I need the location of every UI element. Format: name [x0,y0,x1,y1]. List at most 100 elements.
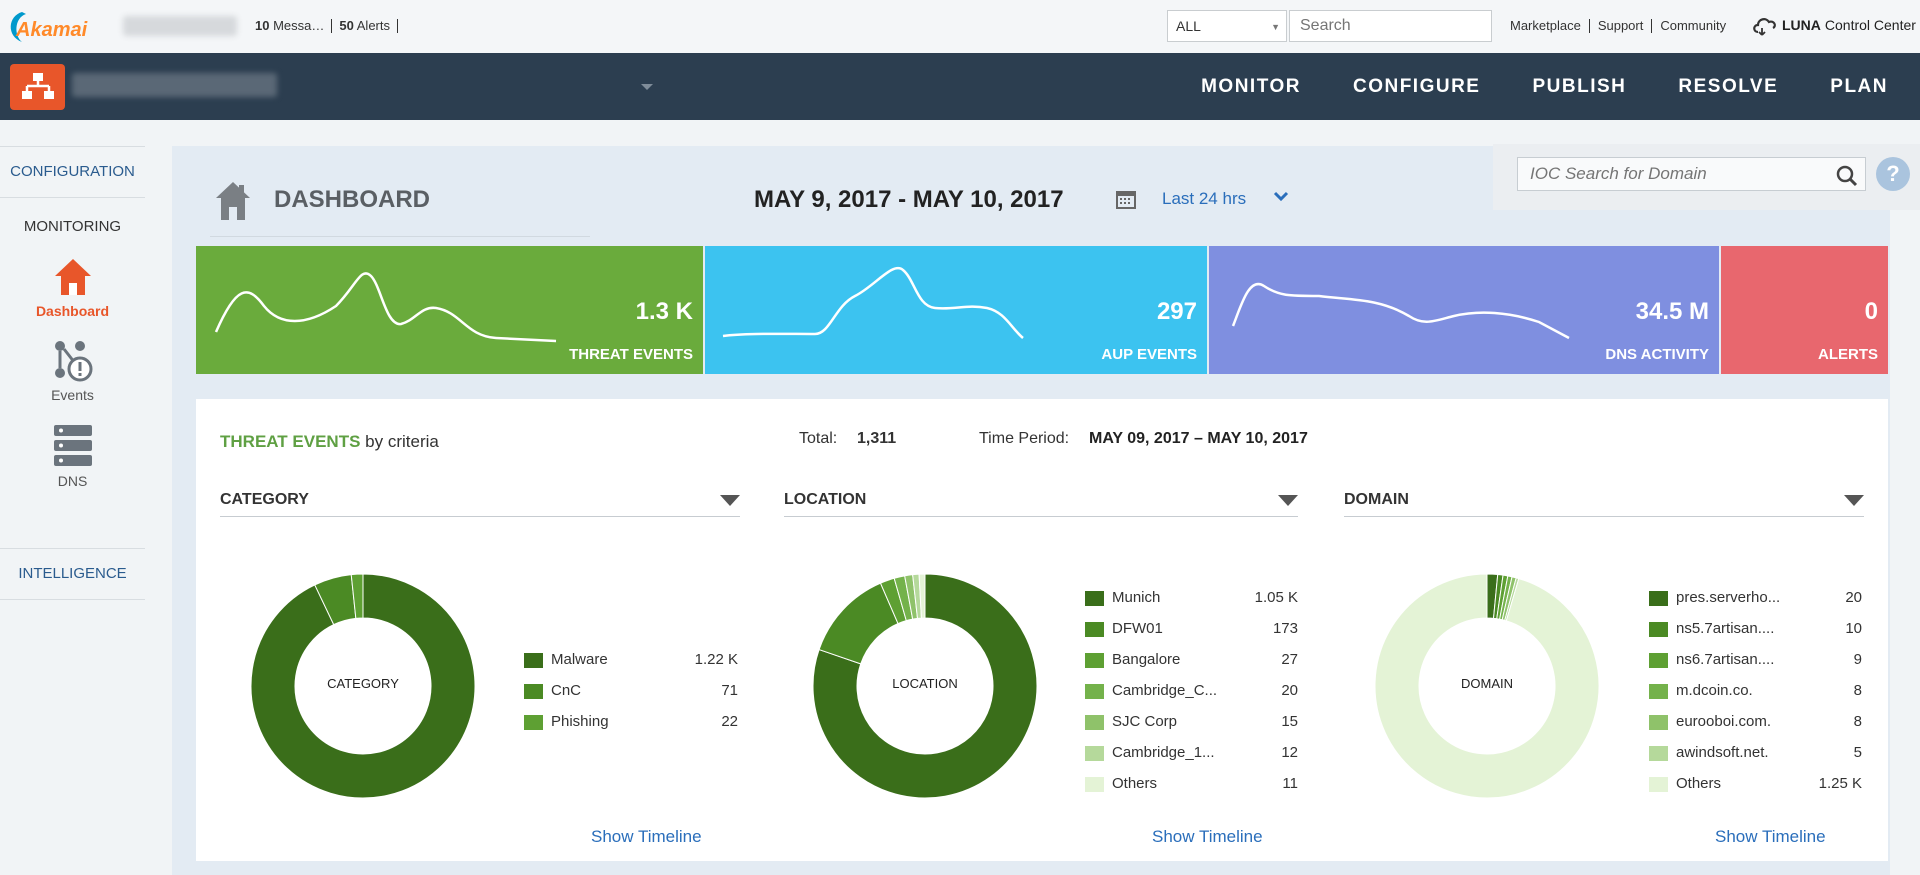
luna-rest-text: Control Center [1824,17,1916,33]
nav-plan[interactable]: PLAN [1830,76,1888,98]
legend-label: Cambridge_1... [1112,744,1215,761]
legend-value: 1.25 K [1818,775,1862,792]
support-link[interactable]: Support [1590,19,1653,33]
search-icon[interactable] [1836,165,1858,187]
nav-resolve[interactable]: RESOLVE [1678,76,1778,98]
legend-label: Cambridge_C... [1112,682,1218,699]
legend-swatch [1649,746,1668,761]
cloud-icon [1753,18,1776,36]
chevron-down-icon[interactable] [641,84,653,90]
chevron-down-icon [1844,495,1864,506]
legend-item[interactable]: Bangalore 27 [1085,651,1298,671]
legend-label: ns5.7artisan.... [1676,620,1775,637]
aup-events-tile[interactable]: 297 AUP EVENTS [705,246,1207,374]
legend-value: 71 [721,682,738,699]
period-select[interactable]: Last 24 hrs [1162,189,1246,209]
page-title: DASHBOARD [274,186,430,213]
location-header: LOCATION [784,491,867,508]
luna-control-center-link[interactable]: LUNA Control Center [1752,14,1916,36]
legend-item[interactable]: eurooboi.com. 8 [1649,713,1862,733]
legend-label: pres.serverho... [1676,589,1781,606]
legend-item[interactable]: CnC 71 [524,682,738,702]
main-navigation: MONITOR CONFIGURE PUBLISH RESOLVE PLAN [0,53,1920,120]
legend-item[interactable]: pres.serverho... 20 [1649,589,1862,609]
tile-value: 0 [1864,298,1878,325]
tile-label: AUP EVENTS [1101,346,1197,363]
sidebar-item-configuration[interactable]: CONFIGURATION [0,146,145,198]
nav-monitor[interactable]: MONITOR [1201,76,1301,98]
legend-item[interactable]: awindsoft.net. 5 [1649,744,1862,764]
community-link[interactable]: Community [1652,19,1734,33]
ioc-search-input[interactable] [1517,157,1866,191]
legend-item[interactable]: DFW01 173 [1085,620,1298,640]
legend-item[interactable]: Phishing 22 [524,713,738,733]
legend-label: SJC Corp [1112,713,1178,730]
category-show-timeline-link[interactable]: Show Timeline [591,827,702,847]
legend-swatch [1085,684,1104,699]
sidebar-item-intelligence[interactable]: INTELLIGENCE [0,548,145,600]
sidebar-item-label: Dashboard [35,303,110,319]
legend-label: Malware [551,651,608,668]
search-input[interactable] [1289,10,1492,42]
location-dropdown[interactable]: LOCATION [784,491,1298,517]
legend-value: 8 [1853,713,1862,730]
legend-value: 9 [1853,651,1862,668]
threat-events-tile[interactable]: 1.3 K THREAT EVENTS [196,246,703,374]
sidebar-item-events[interactable]: Events [0,339,145,403]
location-show-timeline-link[interactable]: Show Timeline [1152,827,1263,847]
legend-label: eurooboi.com. [1676,713,1772,730]
date-range: MAY 9, 2017 - MAY 10, 2017 [754,186,1064,213]
domain-show-timeline-link[interactable]: Show Timeline [1715,827,1826,847]
domain-dropdown[interactable]: DOMAIN [1344,491,1864,517]
home-icon [54,259,91,295]
legend-label: m.dcoin.co. [1676,682,1753,699]
nav-configure[interactable]: CONFIGURE [1353,76,1481,98]
legend-item[interactable]: Malware 1.22 K [524,651,738,671]
property-switcher-button[interactable] [10,64,65,110]
legend-value: 5 [1853,744,1862,761]
legend-value: 11 [1282,775,1298,792]
calendar-icon[interactable] [1116,189,1136,209]
legend-swatch [1649,777,1668,792]
dns-activity-tile[interactable]: 34.5 M DNS ACTIVITY [1209,246,1719,374]
total-value: 1,311 [857,430,897,447]
legend-value: 15 [1281,713,1298,730]
alerts-tile[interactable]: 0 ALERTS [1721,246,1888,374]
legend-item[interactable]: m.dcoin.co. 8 [1649,682,1862,702]
home-icon [216,182,250,220]
legend-value: 10 [1845,620,1862,637]
legend-item[interactable]: ns5.7artisan.... 10 [1649,620,1862,640]
legend-swatch [1649,715,1668,730]
top-bar: Akamai 10 Messa… 50 Alerts ALL ▼ Marketp… [0,0,1920,53]
alerts-link[interactable]: 50 Alerts [332,19,398,33]
legend-value: 12 [1281,744,1298,761]
scope-select[interactable]: ALL ▼ [1167,10,1287,42]
legend-item[interactable]: ns6.7artisan.... 9 [1649,651,1862,671]
legend-item[interactable]: Cambridge_C... 20 [1085,682,1298,702]
sidebar-item-dashboard[interactable]: Dashboard [0,255,145,319]
tile-value: 1.3 K [635,298,693,325]
donut-center-label: DOMAIN [1461,676,1513,691]
help-icon[interactable]: ? [1876,157,1910,191]
legend-item[interactable]: Cambridge_1... 12 [1085,744,1298,764]
messages-link[interactable]: 10 Messa… [248,19,333,33]
sidebar-item-dns[interactable]: DNS [0,423,145,489]
marketplace-link[interactable]: Marketplace [1502,19,1590,33]
legend-item[interactable]: Others 11 [1085,775,1298,795]
nav-menu: MONITOR CONFIGURE PUBLISH RESOLVE PLAN [1149,76,1888,98]
category-dropdown[interactable]: CATEGORY [220,491,740,517]
legend-swatch [524,684,543,699]
time-period-value: MAY 09, 2017 – MAY 10, 2017 [1089,430,1308,447]
legend-item[interactable]: Munich 1.05 K [1085,589,1298,609]
chevron-down-icon[interactable] [1273,189,1289,205]
legend-item[interactable]: SJC Corp 15 [1085,713,1298,733]
nav-publish[interactable]: PUBLISH [1532,76,1626,98]
title-divider [210,236,590,237]
domain-header: DOMAIN [1344,491,1409,508]
sidebar: CONFIGURATION MONITORING Dashboard Event… [0,146,145,606]
akamai-logo[interactable]: Akamai [4,8,104,48]
legend-label: Munich [1112,589,1161,606]
legend-item[interactable]: Others 1.25 K [1649,775,1862,795]
sidebar-section-monitoring: MONITORING [23,218,122,235]
sidebar-item-label: Events [51,387,94,403]
